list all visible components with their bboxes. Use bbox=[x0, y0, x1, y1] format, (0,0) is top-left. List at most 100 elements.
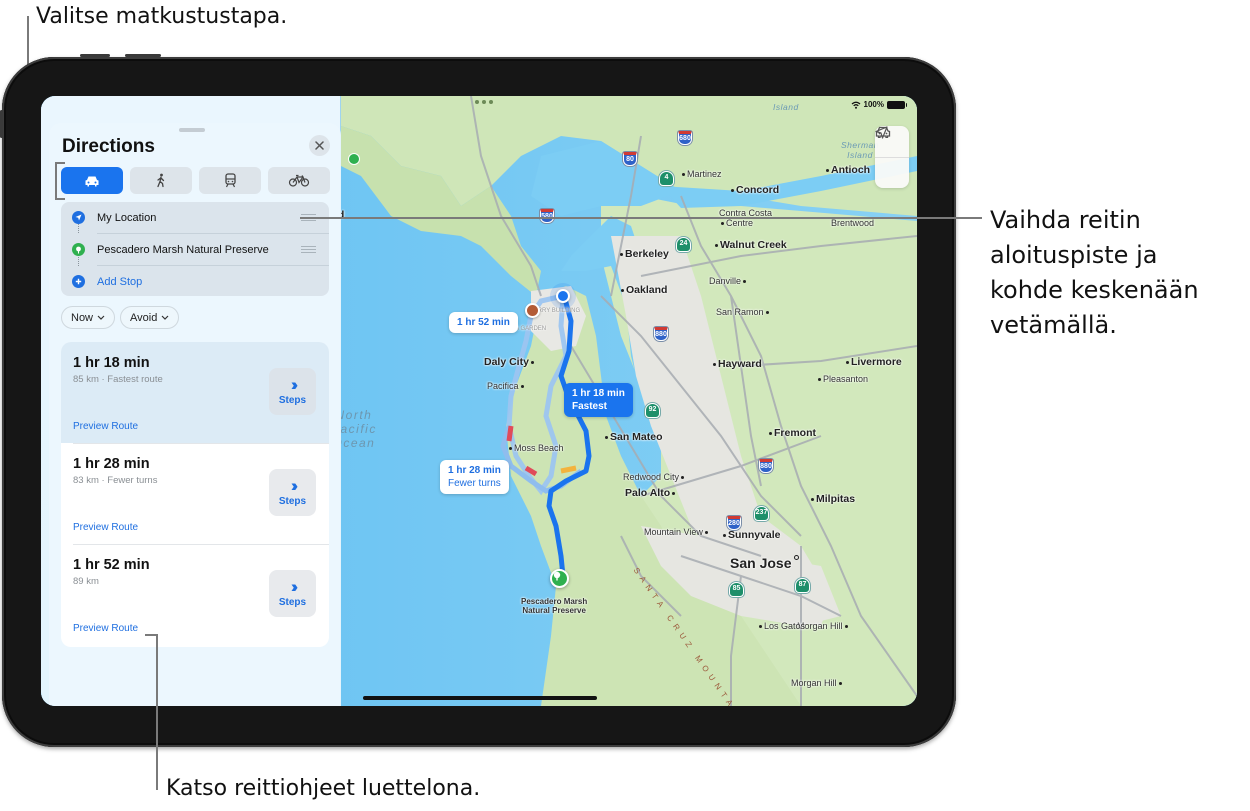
callout-travel-mode: Valitse matkustustapa. bbox=[36, 4, 288, 29]
park-icon bbox=[72, 243, 85, 256]
double-chevron-right-icon: ›› bbox=[290, 375, 299, 394]
multitasking-handle[interactable] bbox=[475, 100, 493, 104]
preview-route-link[interactable]: Preview Route bbox=[73, 522, 138, 533]
callout-line-swap bbox=[300, 217, 982, 219]
map-label: Los Gatos bbox=[757, 621, 805, 631]
route-connector bbox=[78, 224, 79, 233]
map-label: Fremont bbox=[767, 427, 816, 439]
sheet-grabber[interactable] bbox=[179, 128, 205, 132]
stop-origin[interactable]: My Location bbox=[61, 202, 329, 233]
map-label: Milpitas bbox=[809, 493, 855, 505]
traffic-segment bbox=[560, 465, 577, 474]
map-label: Hayward bbox=[711, 358, 762, 370]
highway-shield: 80 bbox=[623, 152, 637, 166]
map-label: San Ramon bbox=[716, 307, 771, 317]
callout-swap-stops: Vaihda reitin aloituspiste ja kohde kesk… bbox=[990, 206, 1199, 339]
map-label: Danville bbox=[709, 276, 748, 286]
close-button[interactable] bbox=[309, 135, 330, 156]
add-stop-button[interactable]: Add Stop bbox=[61, 266, 329, 297]
highway-shield: 237 bbox=[754, 506, 769, 521]
route-connector bbox=[78, 257, 79, 266]
volume-button bbox=[80, 54, 110, 57]
callout-line-steps-v bbox=[156, 634, 158, 790]
highway-shield: 680 bbox=[678, 131, 692, 145]
map-label: Pacifica bbox=[487, 381, 526, 391]
walk-icon bbox=[157, 173, 165, 188]
mode-walk-button[interactable] bbox=[130, 167, 192, 194]
bicycle-icon bbox=[288, 174, 310, 187]
page-title: Directions bbox=[62, 136, 155, 157]
preview-route-link[interactable]: Preview Route bbox=[73, 623, 138, 634]
route-details: 85 km · Fastest route bbox=[73, 374, 163, 385]
current-location-dot[interactable] bbox=[556, 289, 570, 303]
map-label: Palo Alto bbox=[625, 487, 677, 499]
preview-route-link[interactable]: Preview Route bbox=[73, 421, 138, 432]
map-label: Redwood City bbox=[623, 472, 686, 482]
car-icon bbox=[85, 176, 99, 186]
directions-sidebar: Directions My Location Pescadero Marsh N… bbox=[41, 96, 341, 706]
status-bar-right: 100% bbox=[851, 100, 907, 109]
departure-time-button[interactable]: Now bbox=[61, 306, 116, 329]
location-arrow-icon bbox=[875, 126, 888, 139]
battery-icon bbox=[887, 100, 907, 109]
chevron-down-icon bbox=[97, 315, 105, 320]
map-label: Morgan Hill bbox=[791, 678, 844, 688]
highway-shield: 880 bbox=[654, 327, 668, 341]
steps-button[interactable]: ›› Steps bbox=[269, 368, 316, 415]
highway-shield: 24 bbox=[676, 237, 691, 252]
route-option[interactable]: 1 hr 18 min 85 km · Fastest route ›› Ste… bbox=[61, 342, 329, 443]
route-label-fastest[interactable]: 1 hr 18 min Fastest bbox=[564, 383, 633, 417]
stop-destination[interactable]: Pescadero Marsh Natural Preserve bbox=[61, 234, 329, 265]
poi-pin[interactable] bbox=[525, 303, 540, 318]
highway-shield: 87 bbox=[795, 578, 810, 593]
route-option[interactable]: 1 hr 52 min 89 km ›› Steps Preview Route bbox=[61, 544, 329, 645]
steps-button[interactable]: ›› Steps bbox=[269, 570, 316, 617]
home-indicator[interactable] bbox=[363, 696, 597, 700]
map-label: Moss Beach bbox=[507, 443, 564, 453]
double-chevron-right-icon: ›› bbox=[290, 476, 299, 495]
traffic-segment bbox=[506, 425, 514, 442]
map-controls bbox=[875, 126, 909, 188]
callout-steps-list: Katso reittiohjeet luettelona. bbox=[166, 776, 481, 801]
map-label: Brentwood bbox=[831, 218, 875, 228]
callout-bracket bbox=[55, 162, 65, 200]
plus-circle-icon bbox=[72, 275, 85, 288]
chevron-down-icon bbox=[161, 315, 169, 320]
water-label: Island bbox=[773, 102, 799, 112]
top-button bbox=[0, 110, 3, 138]
map-label: Mountain View bbox=[644, 527, 710, 537]
track-location-button[interactable] bbox=[875, 126, 909, 188]
map-label: Martinez bbox=[680, 169, 722, 179]
drag-handle-icon[interactable] bbox=[301, 246, 316, 253]
destination-label: Pescadero Marsh Natural Preserve bbox=[521, 597, 588, 615]
stop-origin-label: My Location bbox=[97, 211, 157, 224]
route-list: 1 hr 18 min 85 km · Fastest route ›› Ste… bbox=[61, 342, 329, 647]
mode-transit-button[interactable] bbox=[199, 167, 261, 194]
avoid-options-button[interactable]: Avoid bbox=[120, 306, 180, 329]
park-pin[interactable] bbox=[348, 153, 360, 165]
route-label-1hr52[interactable]: 1 hr 52 min bbox=[449, 312, 518, 333]
double-chevron-right-icon: ›› bbox=[290, 577, 299, 596]
destination-pin[interactable] bbox=[550, 569, 569, 588]
mode-cycle-button[interactable] bbox=[268, 167, 330, 194]
close-icon bbox=[315, 141, 324, 150]
map-label: Walnut Creek bbox=[713, 239, 787, 251]
route-label-fewer-turns[interactable]: 1 hr 28 min Fewer turns bbox=[440, 460, 509, 494]
map-label: Sunnyvale bbox=[721, 529, 781, 541]
mode-drive-button[interactable] bbox=[61, 167, 123, 194]
route-option[interactable]: 1 hr 28 min 83 km · Fewer turns ›› Steps… bbox=[61, 443, 329, 544]
map-label: Oakland bbox=[619, 284, 667, 296]
water-label: Sherman Island bbox=[841, 140, 879, 160]
map-label: San Jose bbox=[730, 555, 800, 571]
tree-icon bbox=[553, 571, 561, 581]
route-duration: 1 hr 28 min bbox=[73, 456, 150, 472]
map-label: Antioch bbox=[824, 164, 870, 176]
map-label: Concord bbox=[729, 184, 779, 196]
stop-destination-label: Pescadero Marsh Natural Preserve bbox=[97, 243, 269, 256]
map-label: Berkeley bbox=[618, 248, 669, 260]
steps-button[interactable]: ›› Steps bbox=[269, 469, 316, 516]
train-icon bbox=[224, 173, 236, 188]
location-arrow-icon bbox=[72, 211, 85, 224]
map-label: Pleasanton bbox=[816, 374, 868, 384]
highway-shield: 4 bbox=[659, 171, 674, 186]
